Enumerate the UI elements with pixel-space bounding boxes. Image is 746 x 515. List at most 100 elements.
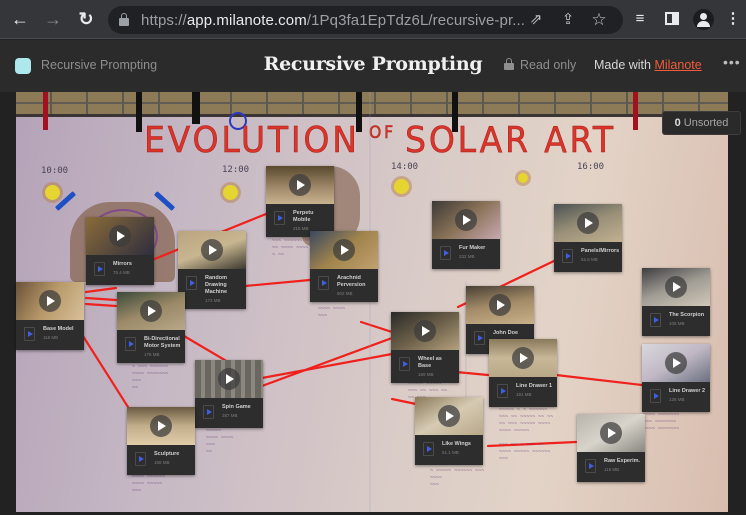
video-file-icon xyxy=(650,313,661,327)
play-icon[interactable] xyxy=(39,290,61,312)
video-thumbnail[interactable] xyxy=(554,204,622,242)
card-title: Bi-Directional Motor System xyxy=(144,336,181,349)
video-thumbnail[interactable] xyxy=(310,231,378,269)
card-size: 181 MB xyxy=(516,392,532,397)
play-icon[interactable] xyxy=(289,174,311,196)
card-size: 75.4 MB xyxy=(113,270,130,275)
video-thumbnail[interactable] xyxy=(642,344,710,382)
play-icon[interactable] xyxy=(438,405,460,427)
play-icon[interactable] xyxy=(512,347,534,369)
handwritten-note: ~~~~~ ~~~~ ~~~~ ~~~ ~~ xyxy=(206,428,234,455)
board-canvas[interactable]: EVOLUTION OF SOLAR ART 10:00 12:00 14:00 1… xyxy=(0,92,746,515)
video-thumbnail[interactable] xyxy=(127,407,195,445)
video-thumbnail[interactable] xyxy=(466,286,534,324)
card-size: 172 MB xyxy=(205,298,221,303)
video-card[interactable]: Wheel as Base 169 MB xyxy=(391,312,459,383)
video-thumbnail[interactable] xyxy=(86,217,154,255)
play-icon[interactable] xyxy=(201,239,223,261)
video-thumbnail[interactable] xyxy=(642,268,710,306)
video-thumbnail[interactable] xyxy=(195,360,263,398)
play-icon[interactable] xyxy=(665,352,687,374)
made-with: Made with Milanote xyxy=(594,58,702,72)
video-card[interactable]: Line Drawer 1 181 MB xyxy=(489,339,557,407)
card-title: Random Drawing Machine xyxy=(205,275,228,295)
play-icon[interactable] xyxy=(140,300,162,322)
connection-line xyxy=(84,286,118,294)
url-host: app.milanote.com xyxy=(186,12,307,29)
video-card[interactable]: Like Wings 51.1 MB xyxy=(415,397,483,465)
address-bar[interactable]: https://app.milanote.com/1Pq3fa1EpTdz6L/… xyxy=(108,6,623,34)
video-card[interactable]: Panels/Mirrors 52.6 MB xyxy=(554,204,622,272)
back-icon[interactable]: ← xyxy=(9,8,31,30)
unsorted-button[interactable]: 0 Unsorted xyxy=(662,111,741,135)
video-thumbnail[interactable] xyxy=(432,201,500,239)
video-card[interactable]: Mirrors 75.4 MB xyxy=(86,217,154,285)
play-icon[interactable] xyxy=(600,422,622,444)
made-with-label: Made with xyxy=(594,58,655,72)
card-size: 118 MB xyxy=(43,335,59,340)
url-text[interactable]: https://app.milanote.com/1Pq3fa1EpTdz6L/… xyxy=(141,12,525,29)
video-file-icon xyxy=(318,276,329,290)
play-icon[interactable] xyxy=(577,212,599,234)
lock-icon xyxy=(504,58,514,70)
card-size: 108 MB xyxy=(669,321,685,326)
video-card[interactable]: Base Model 118 MB xyxy=(16,282,84,350)
card-size: 232 MB xyxy=(459,254,475,259)
handwritten-note: ~~~~ ~~~~~~ ~~~~ ~~~~~ ~~~ xyxy=(132,474,166,494)
video-card[interactable]: Sculpture 158 MB xyxy=(127,407,195,475)
video-thumbnail[interactable] xyxy=(16,282,84,320)
side-panel-icon[interactable] xyxy=(662,9,682,29)
video-thumbnail[interactable] xyxy=(489,339,557,377)
play-icon[interactable] xyxy=(218,368,240,390)
video-card[interactable]: The Scorpion 108 MB xyxy=(642,268,710,336)
milanote-link[interactable]: Milanote xyxy=(654,58,701,72)
video-thumbnail[interactable] xyxy=(415,397,483,435)
play-icon[interactable] xyxy=(150,415,172,437)
video-card[interactable]: Arachnid Perversion 502 MB xyxy=(310,231,378,302)
video-card[interactable]: Bi-Directional Motor System 175 MB xyxy=(117,292,185,363)
play-icon[interactable] xyxy=(665,276,687,298)
card-title: Arachnid Perversion xyxy=(337,275,366,288)
video-file-icon xyxy=(585,459,596,473)
video-card[interactable]: Fur Maker 232 MB xyxy=(432,201,500,269)
card-title: Mirrors xyxy=(113,261,132,267)
video-card[interactable]: Perpetu Mobile 215 MB xyxy=(266,166,334,237)
card-size: 52.6 MB xyxy=(581,257,598,262)
url-scheme: https:// xyxy=(141,12,187,29)
open-in-app-icon[interactable]: ⇗ xyxy=(527,11,545,29)
video-card[interactable]: Spin Game 287 MB xyxy=(195,360,263,428)
play-icon[interactable] xyxy=(489,294,511,316)
video-file-icon xyxy=(562,249,573,263)
handwritten-note: ~~~~ ~~~~~~~ ~~~ ~~~~~~~ ~~~~ ~~~~~~~ xyxy=(643,412,680,432)
card-title: The Scorpion xyxy=(669,312,705,318)
video-thumbnail[interactable] xyxy=(117,292,185,330)
lock-icon[interactable] xyxy=(119,13,129,26)
connection-line xyxy=(260,352,394,380)
handwritten-note: ~ ~~~~~ ~~~~~~ ~~~ ~~~~ ~~~ xyxy=(430,468,485,488)
card-title: Raw Experim. xyxy=(604,458,641,464)
play-icon[interactable] xyxy=(109,225,131,247)
video-card[interactable]: Raw Experim. 115 MB xyxy=(577,414,645,482)
video-thumbnail[interactable] xyxy=(577,414,645,452)
video-file-icon xyxy=(125,337,136,351)
play-icon[interactable] xyxy=(414,320,436,342)
share-icon[interactable]: ⇪ xyxy=(559,11,577,29)
more-options-button[interactable]: ••• xyxy=(723,54,741,70)
video-thumbnail[interactable] xyxy=(391,312,459,350)
video-file-icon xyxy=(474,331,485,345)
video-card[interactable]: Line Drawer 2 126 MB xyxy=(642,344,710,412)
video-thumbnail[interactable] xyxy=(178,231,246,269)
play-icon[interactable] xyxy=(455,209,477,231)
bookmark-star-icon[interactable]: ☆ xyxy=(590,11,608,29)
forward-icon[interactable]: → xyxy=(42,8,64,30)
video-card[interactable]: Random Drawing Machine 172 MB xyxy=(178,231,246,309)
connection-line xyxy=(454,370,490,377)
card-title: Wheel as Base xyxy=(418,356,442,369)
menu-icon[interactable]: ⋮ xyxy=(723,9,743,29)
play-icon[interactable] xyxy=(333,239,355,261)
card-size: 51.1 MB xyxy=(442,450,459,455)
video-thumbnail[interactable] xyxy=(266,166,334,204)
reading-list-icon[interactable]: ≡ xyxy=(630,9,650,29)
reload-icon[interactable]: ↻ xyxy=(75,8,97,30)
profile-icon[interactable] xyxy=(693,9,714,30)
